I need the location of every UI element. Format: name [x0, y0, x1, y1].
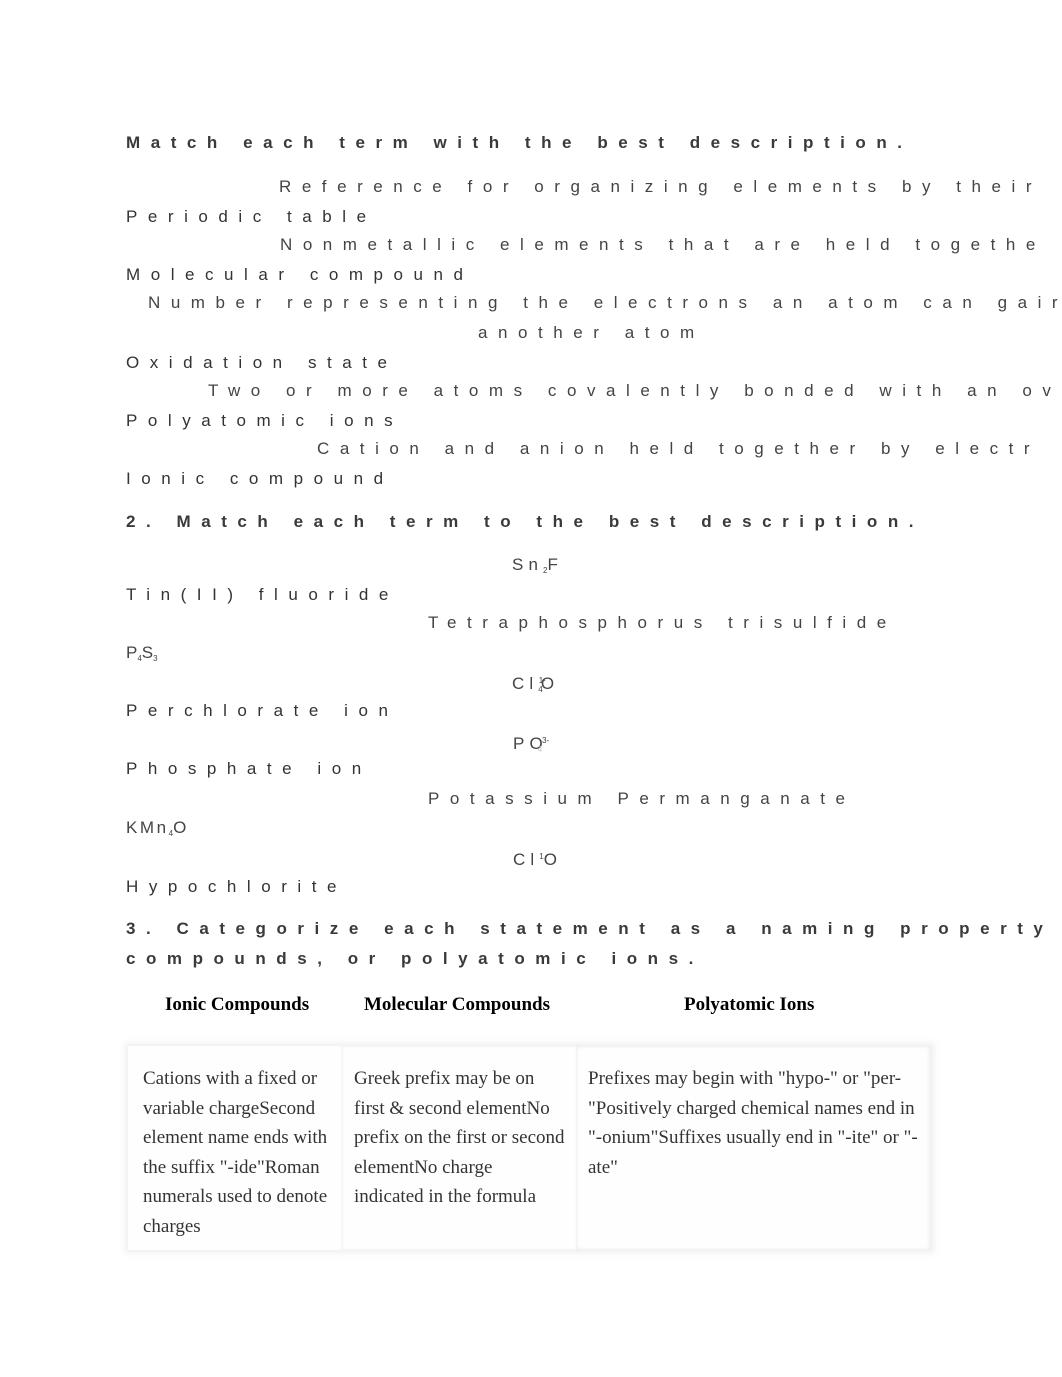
- term-label: Tin(II) fluoride: [126, 585, 399, 604]
- term-label: Polyatomic ions: [126, 411, 404, 430]
- column-header-ionic-compounds: Ionic Compounds: [165, 994, 310, 1015]
- drop-zone-ionic-compounds[interactable]: Cations with a fixed or variable chargeS…: [128, 1046, 341, 1250]
- term-hypochlorite[interactable]: Hypochlorite: [118, 867, 347, 907]
- formula-part: F: [547, 555, 558, 574]
- section3-heading-line2: compounds, or polyatomic ions.: [126, 949, 704, 968]
- formula-part: P: [126, 643, 138, 662]
- formula-subscript: 4: [537, 745, 543, 754]
- term-label: Ionic compound: [126, 469, 394, 488]
- description-po4: PO43-: [513, 731, 549, 760]
- term-oxidation-state[interactable]: Oxidation state: [118, 343, 398, 383]
- term-label: Oxidation state: [126, 353, 398, 372]
- description-3-line2: another atom: [478, 323, 705, 342]
- formula-part: Cl: [513, 850, 540, 869]
- formula-part: O: [540, 674, 555, 693]
- column-header-molecular-compounds: Molecular Compounds: [364, 994, 550, 1015]
- description-clo4: Cl41-O: [512, 671, 554, 700]
- column-header-polyatomic-ions: Polyatomic Ions: [684, 994, 815, 1015]
- term-kmno4[interactable]: KMn4O: [118, 808, 188, 848]
- term-label: Molecular compound: [126, 265, 474, 284]
- formula-part: Sn: [512, 555, 543, 574]
- description-sn2f: Sn2F: [512, 555, 558, 581]
- description-2: Nonmetallic elements that are held toget…: [280, 235, 1046, 254]
- category-table: Cations with a fixed or variable chargeS…: [128, 1046, 931, 1250]
- description-1: Reference for organizing elements by the…: [279, 177, 1043, 196]
- term-perchlorate-ion[interactable]: Perchlorate ion: [118, 691, 399, 731]
- term-label: Phosphate ion: [126, 759, 372, 778]
- term-label: Perchlorate ion: [126, 701, 399, 720]
- formula-subscript: 3: [153, 654, 158, 663]
- term-p4s3[interactable]: P4S3: [118, 633, 168, 673]
- formula-part: P: [513, 734, 530, 753]
- formula-part: KMn: [126, 818, 169, 837]
- description-clo: Cl1O: [513, 847, 557, 870]
- description-3: Number representing the electrons an ato…: [148, 293, 1062, 312]
- formula-superscript: 3-: [542, 736, 550, 745]
- term-periodic-table[interactable]: Periodic table: [118, 197, 377, 237]
- drop-zone-polyatomic-ions[interactable]: Prefixes may begin with "hypo-" or "per-…: [576, 1046, 931, 1250]
- formula-part: O: [543, 850, 557, 869]
- drop-zone-molecular-compounds[interactable]: Greek prefix may be on first & second el…: [341, 1046, 576, 1250]
- description-tetraphosphorus-trisulfide: Tetraphosphorus trisulfide: [428, 613, 897, 632]
- term-ionic-compound[interactable]: Ionic compound: [118, 459, 394, 499]
- formula-part: O: [173, 818, 187, 837]
- term-molecular-compound[interactable]: Molecular compound: [118, 255, 474, 295]
- formula-part: Cl: [512, 674, 539, 693]
- term-label: Hypochlorite: [126, 877, 347, 896]
- term-phosphate-ion[interactable]: Phosphate ion: [118, 749, 372, 789]
- description-potassium-permanganate: Potassium Permanganate: [428, 789, 856, 808]
- term-tin-ii-fluoride[interactable]: Tin(II) fluoride: [118, 575, 399, 615]
- section2-heading: 2. Match each term to the best descripti…: [126, 512, 925, 531]
- term-label: Periodic table: [126, 207, 377, 226]
- section3-heading-line1: 3. Categorize each statement as a naming…: [126, 919, 1062, 938]
- description-5: Cation and anion held together by electr: [317, 439, 1041, 458]
- description-4: Two or more atoms covalently bonded with…: [208, 381, 1062, 400]
- section1-heading: Match each term with the best descriptio…: [126, 133, 913, 152]
- term-polyatomic-ions[interactable]: Polyatomic ions: [118, 401, 404, 441]
- formula-part: S: [141, 643, 154, 662]
